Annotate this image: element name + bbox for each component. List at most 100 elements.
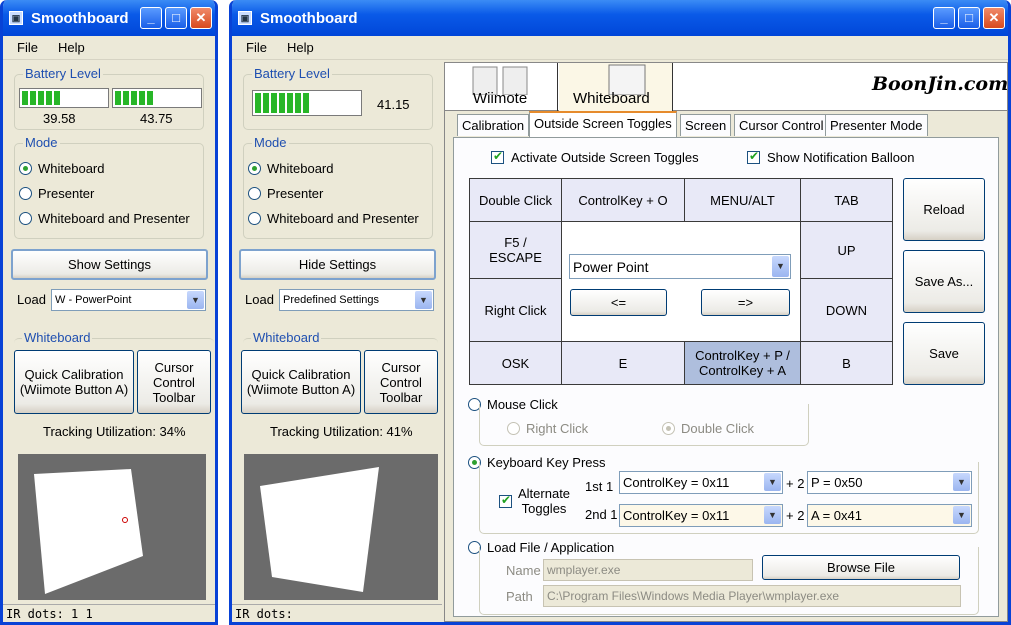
menu-file[interactable]: File (246, 40, 267, 55)
chevron-down-icon: ▼ (764, 506, 781, 524)
tab-presenter-mode[interactable]: Presenter Mode (825, 114, 928, 136)
quick-calibration-button[interactable]: Quick Calibration (Wiimote Button A) (241, 350, 361, 414)
cell-osk[interactable]: OSK (469, 341, 562, 385)
cell-menu-alt[interactable]: MENU/ALT (684, 178, 801, 222)
app-icon: ▣ (238, 11, 252, 25)
quick-calibration-button[interactable]: Quick Calibration (Wiimote Button A) (14, 350, 134, 414)
radio-whiteboard-presenter[interactable]: Whiteboard and Presenter (248, 211, 419, 226)
show-balloon-checkbox[interactable]: Show Notification Balloon (747, 149, 914, 165)
left-menu-bar: File Help (3, 36, 215, 60)
tab-outside-screen-toggles[interactable]: Outside Screen Toggles (529, 111, 677, 137)
battery-label: Battery Level (252, 66, 332, 81)
save-as-button[interactable]: Save As... (903, 250, 985, 313)
alternate-toggles-checkbox[interactable]: AlternateToggles (499, 486, 570, 516)
first-key1-select[interactable]: ControlKey = 0x11 ▼ (619, 471, 783, 494)
left-window-title: Smoothboard (31, 9, 129, 27)
right-window-title: Smoothboard (260, 9, 358, 27)
radio-presenter[interactable]: Presenter (248, 186, 323, 201)
tab-calibration[interactable]: Calibration (457, 114, 530, 136)
cell-up[interactable]: UP (800, 221, 893, 279)
tab-cursor-control[interactable]: Cursor Control (734, 114, 829, 136)
second-key2-select[interactable]: A = 0x41 ▼ (807, 504, 972, 527)
cursor-toolbar-button[interactable]: Cursor Control Toolbar (364, 350, 438, 414)
ir-preview (18, 454, 206, 600)
maximize-icon[interactable]: □ (165, 7, 187, 29)
hide-settings-button[interactable]: Hide Settings (239, 249, 436, 280)
show-settings-button[interactable]: Show Settings (11, 249, 208, 280)
mode-group: Mode Whiteboard Presenter Whiteboard and… (243, 135, 433, 239)
cell-ctrl-p[interactable]: ControlKey + P / ControlKey + A (684, 341, 801, 385)
tab-screen[interactable]: Screen (680, 114, 732, 136)
load-select-value: W - PowerPoint (55, 294, 132, 306)
cell-f5-escape[interactable]: F5 /ESCAPE (469, 221, 562, 279)
chevron-down-icon[interactable]: ▼ (187, 291, 204, 309)
cell-down[interactable]: DOWN (800, 278, 893, 342)
checkbox-checked-icon (747, 149, 760, 164)
right-title-bar[interactable]: ▣ Smoothboard _ □ ✕ (232, 0, 1008, 36)
cell-double-click[interactable]: Double Click (469, 178, 562, 222)
mode-label: Mode (23, 135, 60, 150)
cursor-toolbar-button[interactable]: Cursor Control Toolbar (137, 350, 211, 414)
wiimote-header: Wiimote (445, 63, 558, 111)
load-label: Load (245, 292, 274, 307)
minimize-icon[interactable]: _ (140, 7, 162, 29)
prev-profile-button[interactable]: <= (570, 289, 667, 316)
ir-preview (244, 454, 438, 600)
maximize-icon[interactable]: □ (958, 7, 980, 29)
load-select[interactable]: Predefined Settings ▼ (279, 289, 434, 311)
header-banner: Wiimote Whiteboard BoonJin.com (445, 63, 1008, 111)
close-icon[interactable]: ✕ (190, 7, 212, 29)
load-select-value: Predefined Settings (283, 294, 380, 306)
tracking-utilization: Tracking Utilization: 41% (270, 424, 413, 439)
cell-tab[interactable]: TAB (800, 178, 893, 222)
minimize-icon[interactable]: _ (933, 7, 955, 29)
left-title-bar[interactable]: ▣ Smoothboard _ □ ✕ (3, 0, 215, 36)
chevron-down-icon[interactable]: ▼ (772, 256, 789, 277)
tracked-screen-shape (260, 467, 379, 592)
profile-select-value: Power Point (573, 258, 649, 275)
mode-label: Mode (252, 135, 289, 150)
radio-whiteboard[interactable]: Whiteboard (248, 161, 333, 176)
close-icon[interactable]: ✕ (983, 7, 1005, 29)
radio-right-click[interactable]: Right Click (507, 421, 588, 436)
right-menu-bar: File Help (232, 36, 1008, 60)
cell-ctrl-o[interactable]: ControlKey + O (561, 178, 685, 222)
next-profile-button[interactable]: => (701, 289, 790, 316)
path-field[interactable]: C:\Program Files\Windows Media Player\wm… (543, 585, 961, 607)
second-key1-select[interactable]: ControlKey = 0x11 ▼ (619, 504, 783, 527)
whiteboard-label: Whiteboard (22, 330, 93, 345)
profile-select[interactable]: Power Point ▼ (569, 254, 791, 279)
right-status-bar: IR dots: (232, 604, 442, 622)
battery-value-1: 39.58 (43, 111, 76, 126)
cell-b[interactable]: B (800, 341, 893, 385)
load-select[interactable]: W - PowerPoint ▼ (51, 289, 206, 311)
battery-bar (252, 90, 362, 116)
menu-help[interactable]: Help (287, 40, 314, 55)
chevron-down-icon: ▼ (764, 473, 781, 491)
radio-whiteboard[interactable]: Whiteboard (19, 161, 104, 176)
battery-group: Battery Level 39.58 43.75 (14, 66, 204, 130)
chevron-down-icon[interactable]: ▼ (415, 291, 432, 309)
battery-bar-2 (112, 88, 202, 108)
second-plus: + 2 (786, 508, 805, 523)
battery-label: Battery Level (23, 66, 103, 81)
battery-value-2: 43.75 (140, 111, 173, 126)
name-field[interactable]: wmplayer.exe (543, 559, 753, 581)
whiteboard-header: Whiteboard (559, 63, 673, 111)
save-button[interactable]: Save (903, 322, 985, 385)
radio-double-click[interactable]: Double Click (662, 421, 754, 436)
name-label: Name (506, 563, 541, 578)
first-plus: + 2 (786, 476, 805, 491)
first-key2-select[interactable]: P = 0x50 ▼ (807, 471, 972, 494)
cell-e[interactable]: E (561, 341, 685, 385)
radio-whiteboard-presenter[interactable]: Whiteboard and Presenter (19, 211, 190, 226)
menu-file[interactable]: File (17, 40, 38, 55)
cell-right-click[interactable]: Right Click (469, 278, 562, 342)
second-label: 2nd 1 (585, 507, 618, 522)
app-icon: ▣ (9, 11, 23, 25)
reload-button[interactable]: Reload (903, 178, 985, 241)
radio-presenter[interactable]: Presenter (19, 186, 94, 201)
menu-help[interactable]: Help (58, 40, 85, 55)
browse-file-button[interactable]: Browse File (762, 555, 960, 580)
activate-toggles-checkbox[interactable]: Activate Outside Screen Toggles (491, 149, 699, 165)
